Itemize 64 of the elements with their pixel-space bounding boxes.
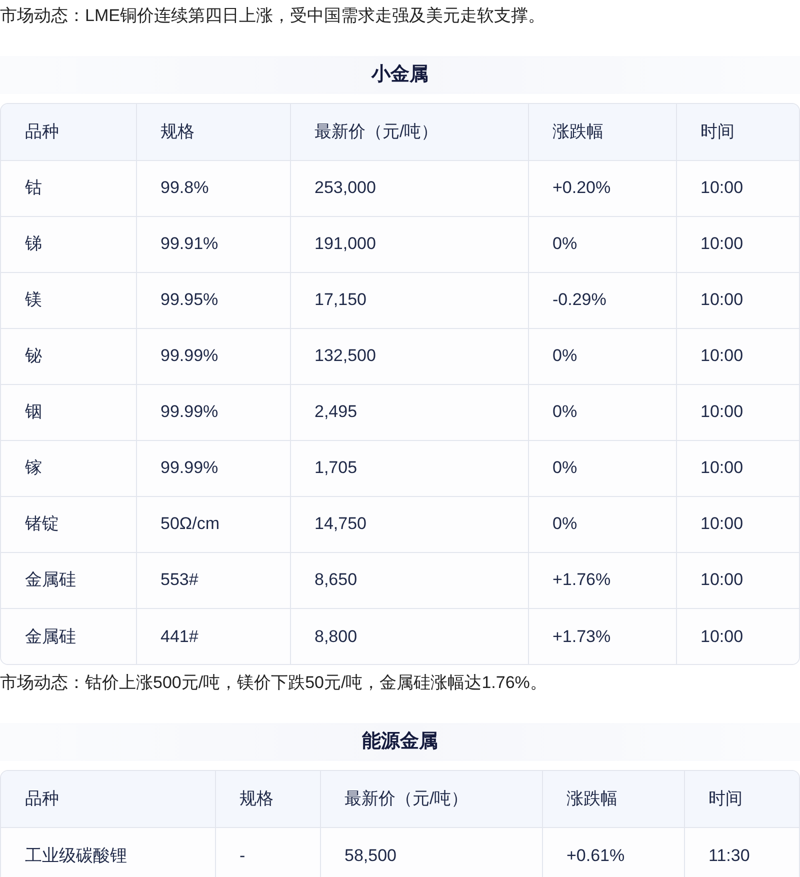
table-cell: 99.91%	[136, 216, 290, 272]
table-cell: 99.99%	[136, 384, 290, 440]
column-header: 时间	[676, 104, 799, 160]
table-cell: 金属硅	[1, 552, 136, 608]
table-cell: 11:30	[684, 827, 799, 877]
table-cell: 0%	[528, 216, 676, 272]
market-note: 市场动态：钴价上涨500元/吨，镁价下跌50元/吨，金属硅涨幅达1.76%。	[0, 672, 548, 694]
table-title: 小金属	[372, 62, 428, 87]
table-cell: 锑	[1, 216, 136, 272]
table-cell: 0%	[528, 328, 676, 384]
column-header: 最新价（元/吨）	[320, 771, 542, 827]
table-cell: +1.76%	[528, 552, 676, 608]
table-cell: 132,500	[290, 328, 528, 384]
table-cell: 10:00	[676, 328, 799, 384]
table-cell: 8,650	[290, 552, 528, 608]
table-cell: 10:00	[676, 496, 799, 552]
table-cell: -	[215, 827, 320, 877]
table-cell: 99.99%	[136, 328, 290, 384]
table-cell: 铟	[1, 384, 136, 440]
table-cell: 10:00	[676, 384, 799, 440]
column-header: 涨跌幅	[528, 104, 676, 160]
table-cell: +1.73%	[528, 608, 676, 664]
table-cell: 10:00	[676, 272, 799, 328]
table-cell: 50Ω/cm	[136, 496, 290, 552]
table-cell: 10:00	[676, 440, 799, 496]
table-cell: 铋	[1, 328, 136, 384]
table-cell: 1,705	[290, 440, 528, 496]
table-cell: 0%	[528, 496, 676, 552]
table-cell: 镓	[1, 440, 136, 496]
table-cell: 10:00	[676, 160, 799, 216]
table-cell: 钴	[1, 160, 136, 216]
table-cell: 99.99%	[136, 440, 290, 496]
table-cell: 99.8%	[136, 160, 290, 216]
column-header: 时间	[684, 771, 799, 827]
column-header: 最新价（元/吨）	[290, 104, 528, 160]
table-cell: -0.29%	[528, 272, 676, 328]
market-note: 市场动态：LME铜价连续第四日上涨，受中国需求走强及美元走软支撑。	[0, 5, 546, 27]
table-cell: 10:00	[676, 552, 799, 608]
table-cell: 10:00	[676, 216, 799, 272]
table-cell: +0.20%	[528, 160, 676, 216]
table-cell: 工业级碳酸锂	[1, 827, 215, 877]
column-header: 规格	[136, 104, 290, 160]
table-cell: 191,000	[290, 216, 528, 272]
table-cell: 17,150	[290, 272, 528, 328]
table-cell: 14,750	[290, 496, 528, 552]
table-cell: 0%	[528, 440, 676, 496]
table-cell: 锗锭	[1, 496, 136, 552]
table-cell: 58,500	[320, 827, 542, 877]
column-header: 涨跌幅	[542, 771, 684, 827]
column-header: 规格	[215, 771, 320, 827]
table-cell: 金属硅	[1, 608, 136, 664]
table-cell: 253,000	[290, 160, 528, 216]
table-title: 能源金属	[362, 730, 438, 754]
table-cell: 441#	[136, 608, 290, 664]
table-cell: 553#	[136, 552, 290, 608]
column-header: 品种	[1, 104, 136, 160]
table-cell: 10:00	[676, 608, 799, 664]
table-cell: 镁	[1, 272, 136, 328]
table-cell: +0.61%	[542, 827, 684, 877]
table-cell: 2,495	[290, 384, 528, 440]
table-cell: 99.95%	[136, 272, 290, 328]
column-header: 品种	[1, 771, 215, 827]
table-cell: 0%	[528, 384, 676, 440]
table-cell: 8,800	[290, 608, 528, 664]
